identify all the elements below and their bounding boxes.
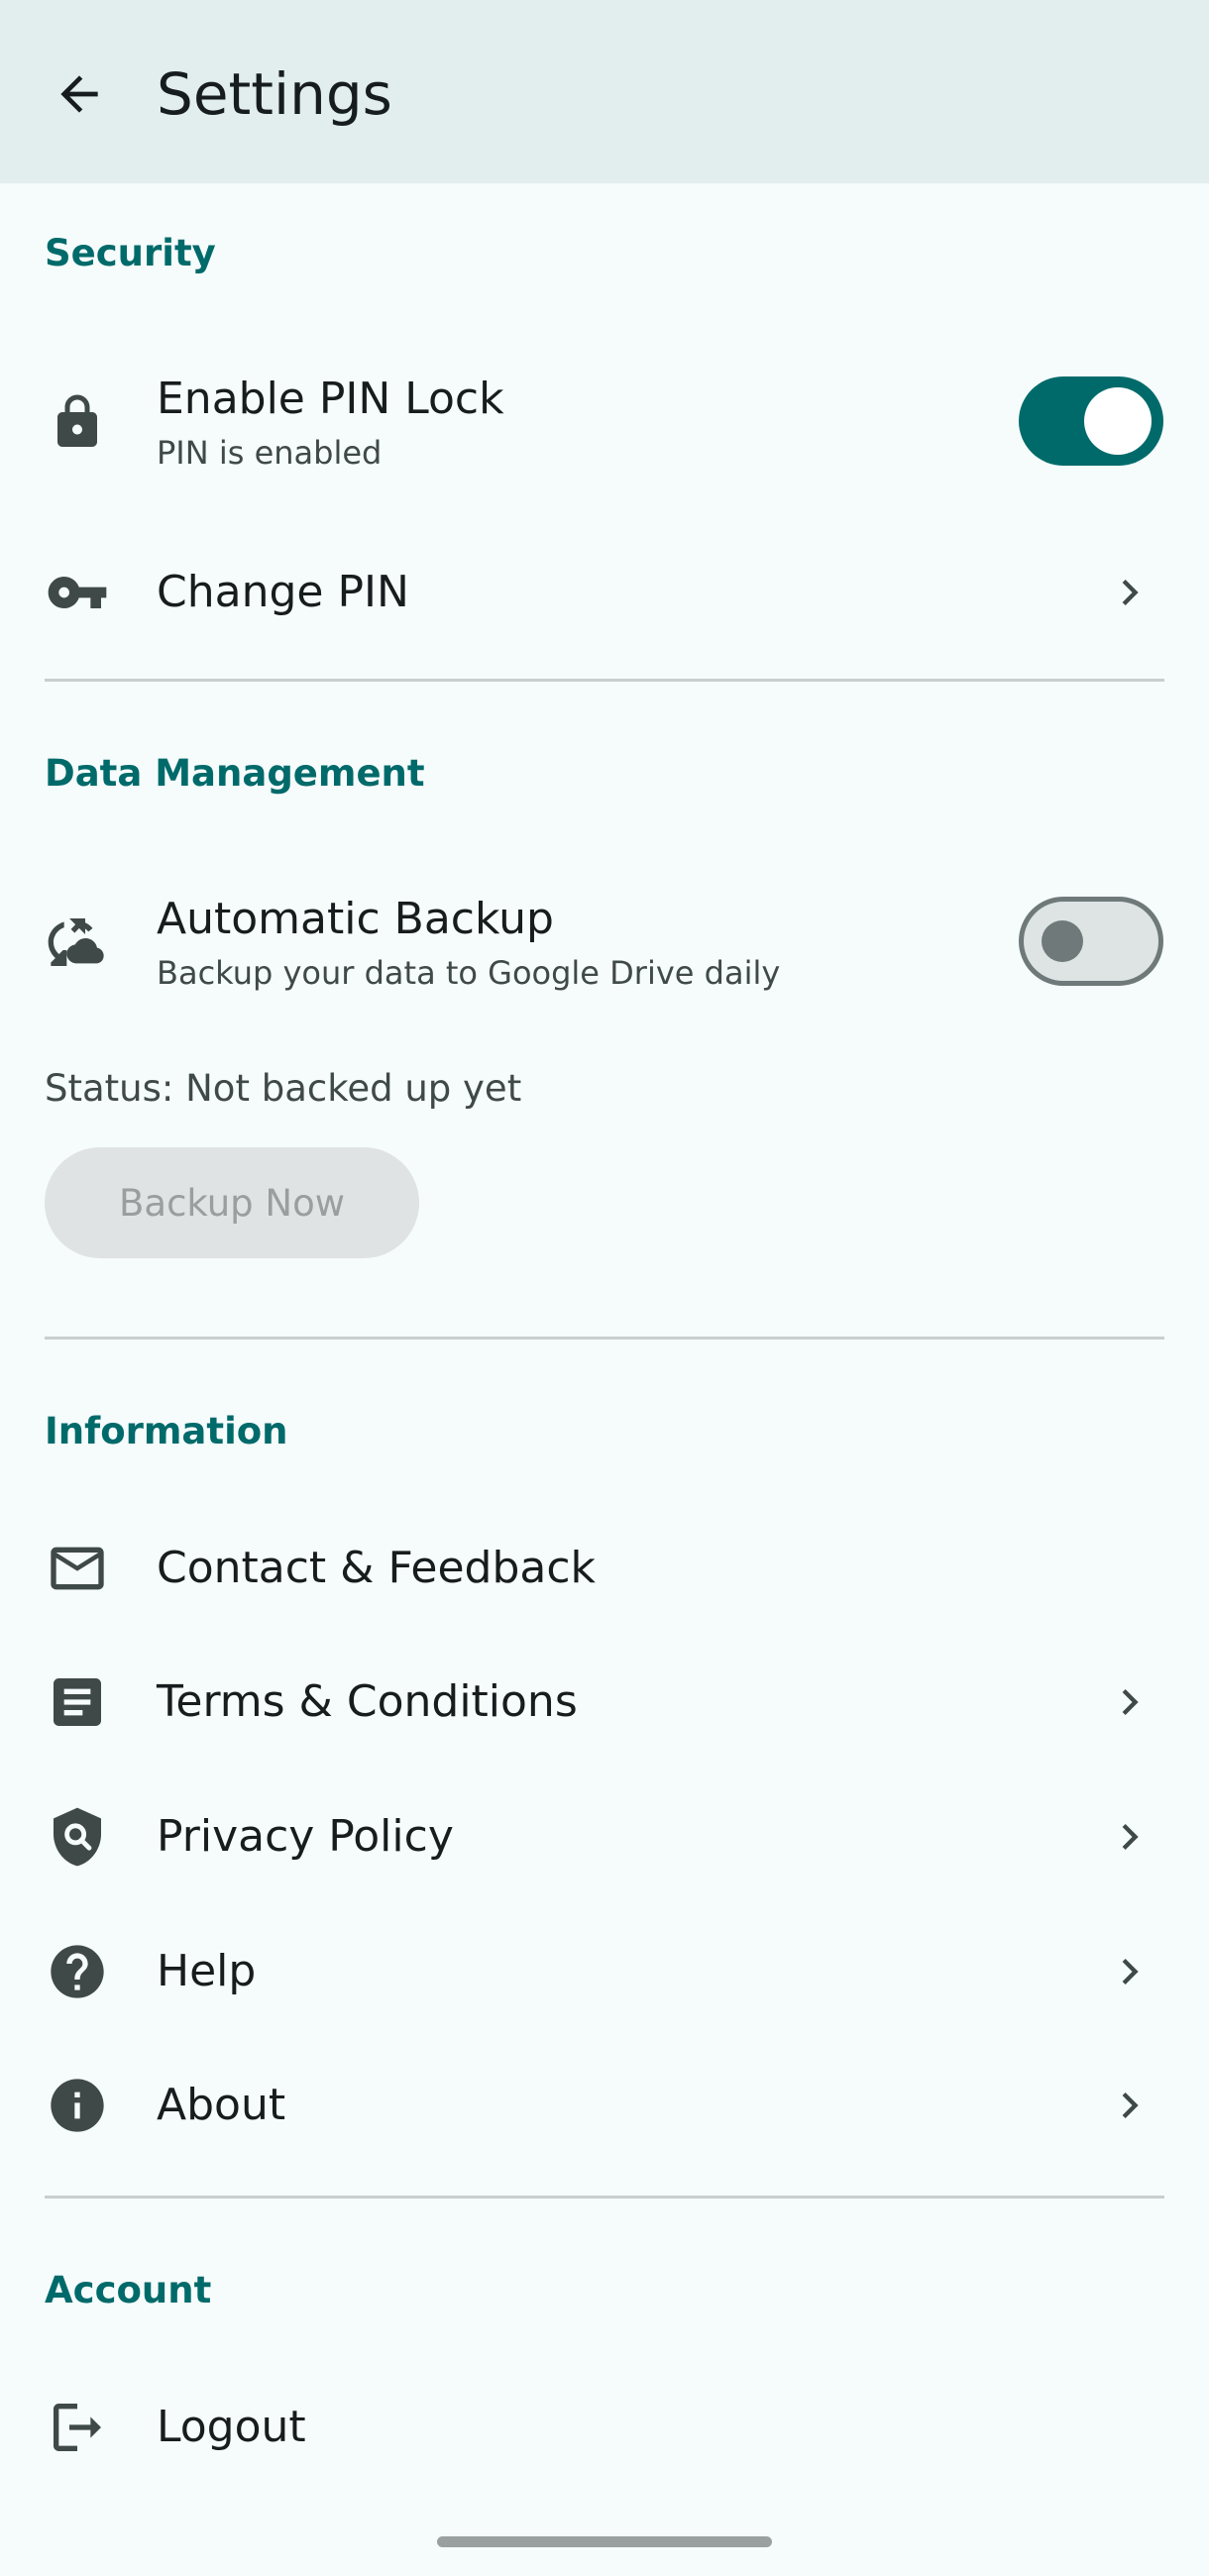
document-icon: [46, 1670, 109, 1734]
help-row[interactable]: Help: [0, 1922, 1209, 2021]
privacy-shield-icon: [46, 1805, 109, 1869]
divider: [45, 1337, 1164, 1340]
pin-lock-toggle[interactable]: [1019, 376, 1163, 466]
automatic-backup-row[interactable]: Automatic Backup Backup your data to Goo…: [0, 877, 1209, 1006]
home-indicator[interactable]: [437, 2536, 772, 2547]
about-label: About: [157, 2080, 286, 2130]
terms-conditions-label: Terms & Conditions: [157, 1676, 578, 1727]
chevron-right-icon: [1102, 1944, 1157, 1999]
enable-pin-lock-subtitle: PIN is enabled: [157, 434, 383, 472]
help-label: Help: [157, 1946, 257, 1996]
chevron-right-icon: [1102, 565, 1157, 620]
section-header-security: Security: [45, 232, 216, 274]
section-header-account: Account: [45, 2269, 212, 2311]
chevron-right-icon: [1102, 2078, 1157, 2133]
divider: [45, 2196, 1164, 2199]
app-bar: Settings: [0, 0, 1209, 183]
backup-now-button[interactable]: Backup Now: [45, 1147, 419, 1258]
help-icon: [46, 1940, 109, 2003]
section-header-information: Information: [45, 1410, 288, 1452]
about-row[interactable]: About: [0, 2056, 1209, 2155]
terms-conditions-row[interactable]: Terms & Conditions: [0, 1653, 1209, 1752]
toggle-thumb: [1084, 387, 1152, 455]
divider: [45, 679, 1164, 682]
key-icon: [46, 561, 109, 624]
enable-pin-lock-label: Enable PIN Lock: [157, 374, 504, 424]
contact-feedback-label: Contact & Feedback: [157, 1543, 597, 1593]
change-pin-row[interactable]: Change PIN: [0, 543, 1209, 642]
backup-status-text: Status: Not backed up yet: [45, 1067, 522, 1110]
privacy-policy-row[interactable]: Privacy Policy: [0, 1787, 1209, 1886]
enable-pin-lock-row[interactable]: Enable PIN Lock PIN is enabled: [0, 357, 1209, 485]
change-pin-label: Change PIN: [157, 567, 409, 617]
contact-feedback-row[interactable]: Contact & Feedback: [0, 1519, 1209, 1618]
chevron-right-icon: [1102, 1674, 1157, 1730]
automatic-backup-toggle[interactable]: [1019, 897, 1163, 986]
arrow-back-icon: [52, 66, 107, 122]
section-header-data-management: Data Management: [45, 752, 425, 795]
logout-row[interactable]: Logout: [0, 2378, 1209, 2477]
page-title: Settings: [157, 60, 392, 128]
toggle-thumb: [1042, 920, 1083, 962]
automatic-backup-label: Automatic Backup: [157, 894, 554, 944]
info-icon: [46, 2074, 109, 2137]
logout-icon: [46, 2396, 109, 2459]
automatic-backup-subtitle: Backup your data to Google Drive daily: [157, 954, 781, 992]
logout-label: Logout: [157, 2402, 306, 2452]
chevron-right-icon: [1102, 1809, 1157, 1865]
cloud-sync-icon: [46, 911, 109, 974]
back-button[interactable]: [40, 54, 119, 134]
lock-icon: [46, 390, 109, 454]
mail-icon: [46, 1537, 109, 1600]
privacy-policy-label: Privacy Policy: [157, 1811, 454, 1862]
